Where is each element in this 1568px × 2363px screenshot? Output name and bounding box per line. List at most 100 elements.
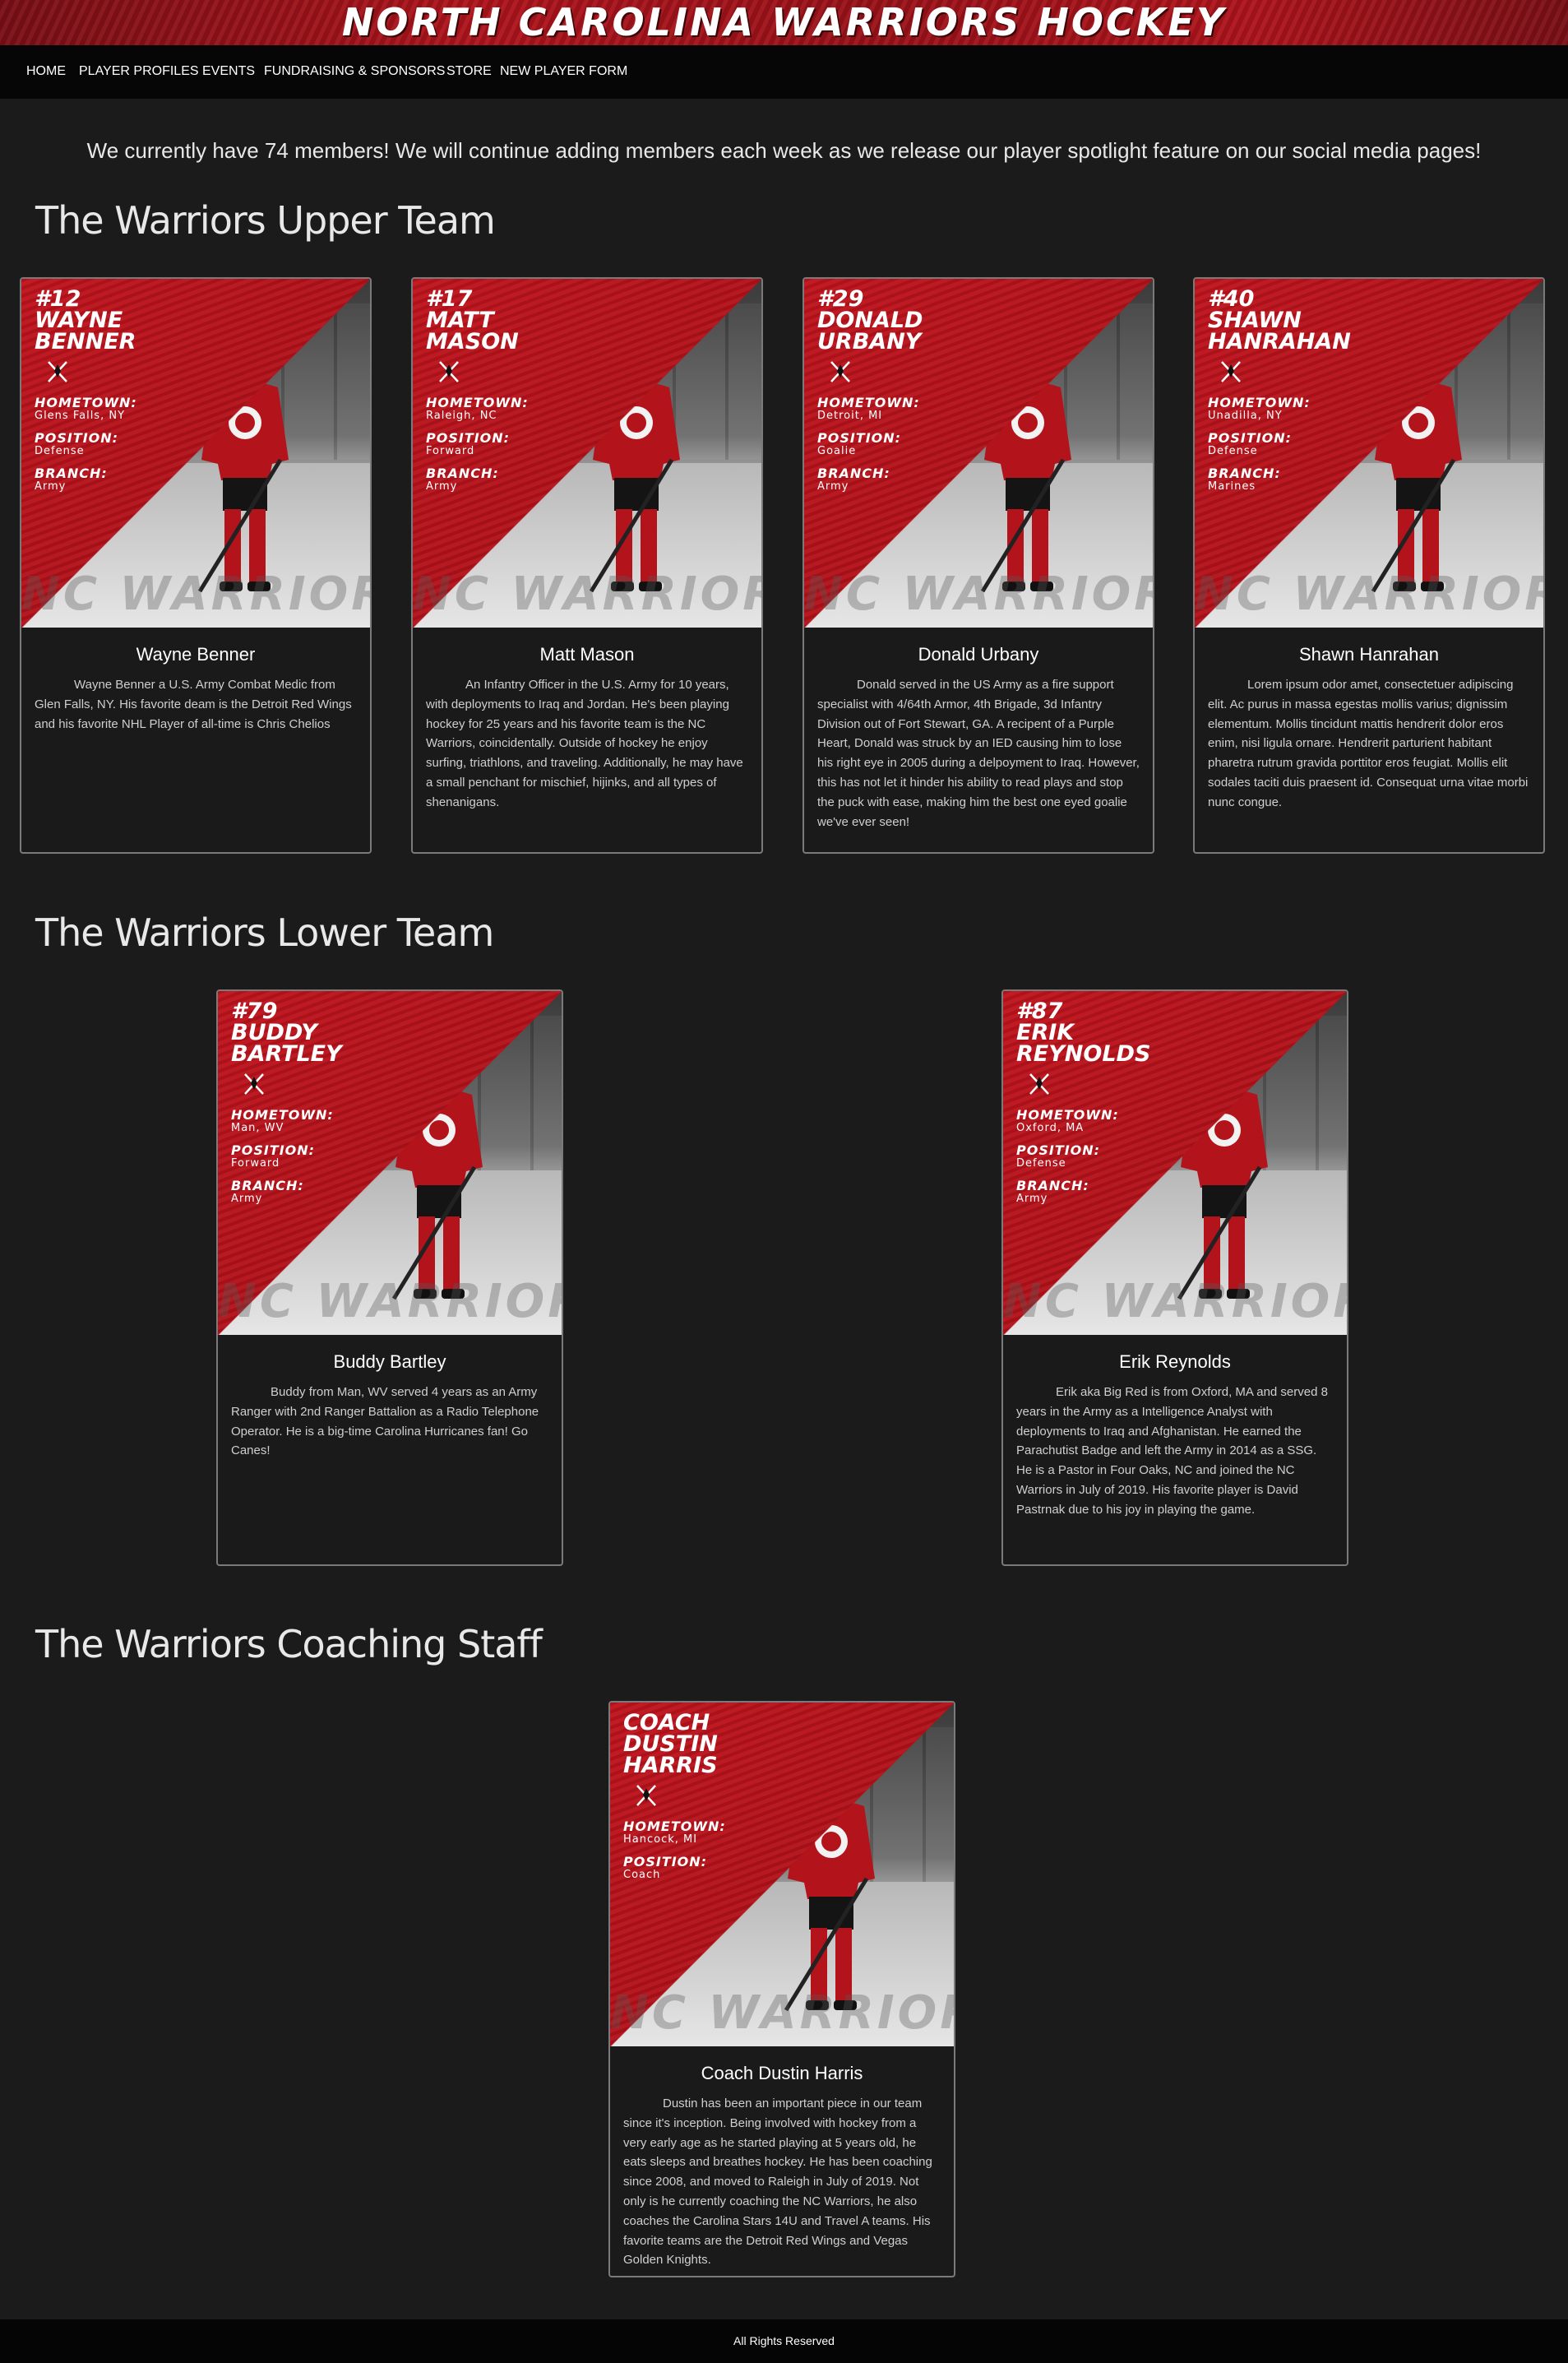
card-branch-value: Marines <box>1208 480 1256 493</box>
main-nav: HOME PLAYER PROFILES EVENTS FUNDRAISING … <box>0 45 1568 99</box>
player-card[interactable]: NC WARRIORS #79BUDDYBARTLEY HOMETOWN:Man, … <box>216 989 563 1566</box>
card-player-id: #29 DONALD URBANY <box>817 288 982 354</box>
card-hometown-label: HOMETOWN: <box>35 395 137 410</box>
coach-card[interactable]: NC WARRIORS COACHDUSTINHARRIS HOMETOWN:Han… <box>608 1701 955 2277</box>
card-bio: Donald served in the US Army as a fire s… <box>817 678 1140 829</box>
player-card[interactable]: NC WARRIORS #17MATTMASON HOMETOWN:Raleigh,… <box>411 277 763 854</box>
card-hometown-label: HOMETOWN: <box>426 395 529 410</box>
card-hometown-value: Raleigh, NC <box>426 410 497 422</box>
card-hometown-value: Unadilla, NY <box>1208 410 1283 422</box>
card-branch-label: BRANCH: <box>817 466 890 481</box>
card-info: HOMETOWN: Oxford, MA POSITION: Defense BRANC… <box>1016 1108 1164 1214</box>
card-bio: Lorem ipsum odor amet, consectetuer adip… <box>1208 678 1529 809</box>
card-position-value: Forward <box>426 445 475 457</box>
site-title: NORTH CAROLINA WARRIORS HOCKEY <box>341 0 1227 44</box>
nav-fundraising-sponsors[interactable]: FUNDRAISING & SPONSORS <box>264 64 445 79</box>
card-branch-value: Army <box>817 480 849 493</box>
section-title-lower: The Warriors Lower Team <box>35 910 494 955</box>
player-photo: NC WARRIORS #40SHAWNHANRAHAN HOMETOWN:Unad… <box>1195 279 1543 628</box>
card-watermark: NC WARRIORS <box>218 1275 562 1328</box>
card-branch-value: Army <box>426 480 458 493</box>
card-branch-value: Army <box>1016 1193 1048 1205</box>
player-photo: NC WARRIORS #17MATTMASON HOMETOWN:Raleigh,… <box>413 279 761 628</box>
card-name: Erik Reynolds <box>1119 1351 1231 1372</box>
card-player-id: #87 ERIK REYNOLDS <box>1016 1000 1181 1065</box>
card-watermark: NC WARRIORS <box>1003 1275 1347 1328</box>
card-branch-label: BRANCH: <box>426 466 499 481</box>
card-bio: Erik aka Big Red is from Oxford, MA and … <box>1016 1385 1328 1517</box>
nav-player-profiles[interactable]: PLAYER PROFILES <box>79 64 199 79</box>
card-position-label: POSITION: <box>817 430 902 446</box>
card-position-label: POSITION: <box>426 430 511 446</box>
card-position-value: Defense <box>1208 445 1258 457</box>
card-hometown-value: Man, WV <box>231 1122 284 1134</box>
nav-new-player-form[interactable]: NEW PLAYER FORM <box>500 64 627 79</box>
card-info: HOMETOWN: Raleigh, NC POSITION: Forward BRAN… <box>426 396 574 502</box>
card-info: HOMETOWN: Unadilla, NY POSITION: Defense BRA… <box>1208 396 1356 502</box>
card-player-id: #12 WAYNE BENNER <box>35 288 199 354</box>
card-watermark: NC WARRIORS <box>1195 568 1543 621</box>
card-player-id: #79 BUDDY BARTLEY <box>231 1000 395 1067</box>
card-branch-value: Army <box>231 1193 263 1205</box>
team-logo-icon <box>48 361 67 382</box>
card-hometown-label: HOMETOWN: <box>1016 1107 1119 1123</box>
card-hometown-value: Hancock, MI <box>623 1833 698 1846</box>
card-name: Matt Mason <box>539 644 635 665</box>
card-player-id: #17 MATT MASON <box>426 288 590 354</box>
player-photo: NC WARRIORS #29DONALDURBANY HOMETOWN:Detro… <box>804 279 1153 628</box>
card-hometown-value: Glens Falls, NY <box>35 410 126 422</box>
card-name: Donald Urbany <box>918 644 1039 665</box>
player-photo: NC WARRIORS #87ERIKREYNOLDS HOMETOWN:Oxfor… <box>1003 991 1347 1335</box>
player-card[interactable]: NC WARRIORS #12WAYNEBENNER HOMETOWN:Glens … <box>20 277 372 854</box>
card-bio: An Infantry Officer in the U.S. Army for… <box>426 678 743 809</box>
card-hometown-value: Oxford, MA <box>1016 1122 1085 1134</box>
card-hometown-value: Detroit, MI <box>817 410 883 422</box>
card-hometown-label: HOMETOWN: <box>623 1819 726 1834</box>
card-position-value: Coach <box>623 1869 661 1881</box>
card-position-label: POSITION: <box>35 430 119 446</box>
footer: All Rights Reserved <box>0 2319 1568 2363</box>
card-last: MASON <box>426 329 519 354</box>
team-logo-icon <box>1029 1073 1049 1095</box>
card-position-label: POSITION: <box>1016 1142 1101 1158</box>
card-bio: Buddy from Man, WV served 4 years as an … <box>231 1385 539 1458</box>
members-intro: We currently have 74 members! We will co… <box>86 138 1482 163</box>
card-hometown-label: HOMETOWN: <box>1208 395 1311 410</box>
card-branch-label: BRANCH: <box>1016 1178 1089 1193</box>
team-logo-icon <box>830 361 850 382</box>
card-watermark: NC WARRIORS <box>21 568 370 621</box>
card-player-id: COACH DUSTIN HARRIS <box>623 1712 788 1777</box>
card-position-value: Defense <box>35 445 85 457</box>
card-name: Buddy Bartley <box>333 1351 446 1372</box>
card-hometown-label: HOMETOWN: <box>231 1107 334 1123</box>
card-name: Shawn Hanrahan <box>1298 644 1439 665</box>
team-logo-icon <box>439 361 459 382</box>
nav-home[interactable]: HOME <box>26 64 66 79</box>
card-last: URBANY <box>817 329 922 354</box>
card-watermark: NC WARRIORS <box>804 568 1153 621</box>
player-card[interactable]: NC WARRIORS #29DONALDURBANY HOMETOWN:Detro… <box>803 277 1154 854</box>
card-position-value: Goalie <box>817 445 857 457</box>
section-title-upper: The Warriors Upper Team <box>35 198 496 243</box>
card-position-value: Defense <box>1016 1157 1066 1170</box>
card-watermark: NC WARRIORS <box>610 1986 954 2040</box>
card-name: Coach Dustin Harris <box>701 2063 863 2083</box>
card-position-label: POSITION: <box>1208 430 1293 446</box>
player-photo: NC WARRIORS #79BUDDYBARTLEY HOMETOWN:Man, … <box>218 991 562 1335</box>
card-branch-label: BRANCH: <box>231 1178 304 1193</box>
card-info: HOMETOWN: Detroit, MI POSITION: Goalie BRANC… <box>817 396 965 502</box>
player-card[interactable]: NC WARRIORS #40SHAWNHANRAHAN HOMETOWN:Unad… <box>1193 277 1545 854</box>
card-last: BARTLEY <box>231 1041 342 1067</box>
card-player-id: #40 SHAWN HANRAHAN <box>1208 288 1372 353</box>
card-watermark: NC WARRIORS <box>413 568 761 621</box>
nav-store[interactable]: STORE <box>446 64 492 79</box>
player-photo: NC WARRIORS #12WAYNEBENNER HOMETOWN:Glens … <box>21 279 370 628</box>
card-hometown-label: HOMETOWN: <box>817 395 920 410</box>
player-card[interactable]: NC WARRIORS #87ERIKREYNOLDS HOMETOWN:Oxfor… <box>1001 989 1348 1566</box>
team-logo-icon <box>636 1785 656 1806</box>
card-bio: Wayne Benner a U.S. Army Combat Medic fr… <box>35 678 352 731</box>
nav-events[interactable]: EVENTS <box>202 64 255 79</box>
section-title-coaching: The Warriors Coaching Staff <box>35 1622 543 1666</box>
card-name: Wayne Benner <box>136 644 256 665</box>
card-last: BENNER <box>35 329 136 354</box>
